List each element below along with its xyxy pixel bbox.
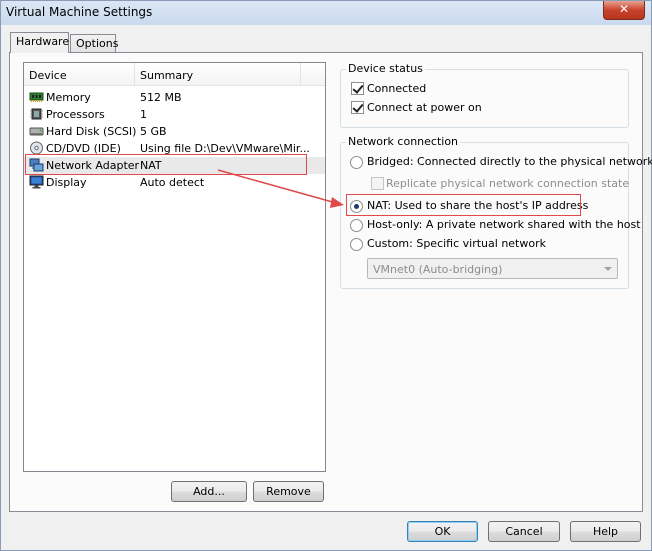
device-list[interactable]: Device Summary Memory 512 MB Processors … <box>23 62 326 472</box>
connected-checkbox[interactable] <box>351 82 364 95</box>
device-status-group: Device status <box>340 62 629 128</box>
connect-at-power-on-checkbox[interactable] <box>351 101 364 114</box>
device-status-title: Device status <box>346 62 425 75</box>
nat-radio[interactable] <box>350 200 363 213</box>
replicate-checkbox[interactable] <box>371 177 384 190</box>
device-list-header: Device Summary <box>24 63 325 86</box>
bridged-label[interactable]: Bridged: Connected directly to the physi… <box>367 155 652 168</box>
device-row-cd-dvd[interactable]: CD/DVD (IDE) Using file D:\Dev\VMware\Mi… <box>24 140 325 157</box>
display-icon <box>29 175 44 189</box>
add-button[interactable]: Add... <box>171 481 247 502</box>
device-name: CD/DVD (IDE) <box>46 142 121 155</box>
hard-disk-icon <box>29 124 44 138</box>
device-row-processors[interactable]: Processors 1 <box>24 106 325 123</box>
device-name: Processors <box>46 108 105 121</box>
device-row-display[interactable]: Display Auto detect <box>24 174 325 191</box>
device-row-memory[interactable]: Memory 512 MB <box>24 89 325 106</box>
bridged-radio[interactable] <box>350 156 363 169</box>
network-adapter-icon <box>29 158 44 172</box>
vmnet-select[interactable]: VMnet0 (Auto-bridging) <box>367 258 618 279</box>
help-button[interactable]: Help <box>570 521 641 542</box>
ok-button[interactable]: OK <box>407 521 478 542</box>
custom-radio[interactable] <box>350 238 363 251</box>
processor-icon <box>29 107 44 121</box>
device-row-network-adapter[interactable]: Network Adapter NAT <box>24 157 325 174</box>
vmnet-select-value: VMnet0 (Auto-bridging) <box>373 263 503 276</box>
device-summary: NAT <box>140 159 162 172</box>
cd-dvd-icon <box>29 141 44 155</box>
device-summary: 512 MB <box>140 91 182 104</box>
nat-label[interactable]: NAT: Used to share the host's IP address <box>367 199 588 212</box>
tab-hardware[interactable]: Hardware <box>10 32 69 53</box>
column-device[interactable]: Device <box>29 69 67 82</box>
title-bar[interactable]: Virtual Machine Settings ✕ <box>1 1 651 25</box>
connected-label[interactable]: Connected <box>367 82 426 95</box>
device-name: Display <box>46 176 87 189</box>
device-name: Memory <box>46 91 91 104</box>
device-summary: 1 <box>140 108 147 121</box>
device-summary: Auto detect <box>140 176 205 189</box>
remove-button[interactable]: Remove <box>253 481 324 502</box>
memory-icon <box>29 90 44 104</box>
connect-at-power-on-label[interactable]: Connect at power on <box>367 101 482 114</box>
device-summary: Using file D:\Dev\VMware\Mir... <box>140 142 310 155</box>
window-title: Virtual Machine Settings <box>6 5 153 19</box>
host-only-label[interactable]: Host-only: A private network shared with… <box>367 218 641 231</box>
chevron-down-icon <box>604 267 612 271</box>
device-name: Hard Disk (SCSI) <box>46 125 137 138</box>
column-summary[interactable]: Summary <box>140 69 193 82</box>
network-connection-title: Network connection <box>346 135 461 148</box>
device-summary: 5 GB <box>140 125 167 138</box>
replicate-label[interactable]: Replicate physical network connection st… <box>386 177 629 190</box>
host-only-radio[interactable] <box>350 219 363 232</box>
tab-options[interactable]: Options <box>70 34 118 52</box>
custom-label[interactable]: Custom: Specific virtual network <box>367 237 546 250</box>
cancel-button[interactable]: Cancel <box>488 521 560 542</box>
device-name: Network Adapter <box>46 159 140 172</box>
device-row-hard-disk[interactable]: Hard Disk (SCSI) 5 GB <box>24 123 325 140</box>
close-button[interactable]: ✕ <box>603 1 645 20</box>
